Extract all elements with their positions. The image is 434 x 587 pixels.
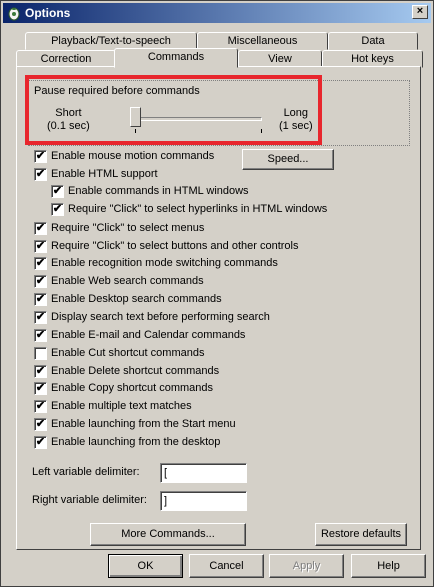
speed-button[interactable]: Speed...: [242, 149, 334, 170]
checkbox-label: Enable Copy shortcut commands: [51, 382, 214, 394]
cancel-button[interactable]: Cancel: [189, 554, 264, 578]
title-bar: Options ×: [3, 3, 431, 23]
right-delimiter-label: Right variable delimiter:: [32, 494, 147, 506]
checkbox-label: Enable multiple text matches: [51, 400, 192, 412]
tab-label: Data: [361, 35, 385, 47]
window-title: Options: [25, 6, 71, 20]
checkbox-checked[interactable]: ✔: [34, 293, 47, 306]
checkbox-checked[interactable]: ✔: [34, 329, 47, 342]
help-button[interactable]: Help: [351, 554, 426, 578]
checkbox-checked[interactable]: ✔: [51, 185, 64, 198]
more-commands-button[interactable]: More Commands...: [90, 523, 246, 546]
checkbox-label: Require "Click" to select hyperlinks in …: [68, 203, 328, 215]
right-delimiter-input[interactable]: [160, 491, 247, 511]
checkbox-checked[interactable]: ✔: [34, 418, 47, 431]
checkbox-label: Enable E-mail and Calendar commands: [51, 329, 246, 341]
checkbox-label: Enable HTML support: [51, 168, 158, 180]
checkbox-label: Display search text before performing se…: [51, 311, 270, 323]
checkbox-checked[interactable]: ✔: [51, 203, 64, 216]
checkbox-checked[interactable]: ✔: [34, 222, 47, 235]
checkbox-label: Enable commands in HTML windows: [68, 185, 249, 197]
checkbox-checked[interactable]: ✔: [34, 436, 47, 449]
tab-label: View: [268, 53, 292, 65]
tab-label: Playback/Text-to-speech: [51, 35, 171, 47]
apply-label: Apply: [292, 560, 321, 572]
checkbox-unchecked[interactable]: [34, 347, 47, 360]
checkbox-checked[interactable]: ✔: [34, 382, 47, 395]
left-delimiter-label: Left variable delimiter:: [32, 466, 140, 478]
dragon-app-icon: [8, 7, 20, 21]
left-delimiter-input[interactable]: [160, 463, 247, 483]
checkbox-label: Enable recognition mode switching comman…: [51, 257, 278, 269]
tab-label: Miscellaneous: [227, 35, 298, 47]
checkbox-label: Enable Delete shortcut commands: [51, 365, 220, 377]
checkbox-label: Require "Click" to select menus: [51, 222, 205, 234]
tab-commands[interactable]: Commands: [114, 48, 238, 68]
restore-defaults-button[interactable]: Restore defaults: [315, 523, 407, 546]
checkbox-label: Enable Cut shortcut commands: [51, 347, 205, 359]
checkbox-label: Enable Desktop search commands: [51, 293, 222, 305]
checkbox-label: Enable launching from the desktop: [51, 436, 221, 448]
checkbox-checked[interactable]: ✔: [34, 365, 47, 378]
help-label: Help: [377, 560, 400, 572]
cancel-label: Cancel: [209, 560, 244, 572]
checkbox-checked[interactable]: ✔: [34, 400, 47, 413]
checkbox-checked[interactable]: ✔: [34, 240, 47, 253]
close-button[interactable]: ×: [412, 5, 428, 19]
speed-button-label: Speed...: [267, 153, 309, 165]
checkbox-checked[interactable]: ✔: [34, 257, 47, 270]
close-icon: ×: [416, 5, 424, 17]
checkbox-label: Require "Click" to select buttons and ot…: [51, 240, 299, 252]
checkbox-checked[interactable]: ✔: [34, 150, 47, 163]
tab-label: Commands: [147, 51, 205, 63]
annotation-highlight-box: [25, 75, 322, 145]
tab-label: Correction: [40, 53, 92, 65]
ok-label: OK: [137, 560, 154, 572]
checkbox-label: Enable mouse motion commands: [51, 150, 215, 162]
checkbox-checked[interactable]: ✔: [34, 275, 47, 288]
restore-defaults-label: Restore defaults: [320, 528, 402, 540]
checkbox-checked[interactable]: ✔: [34, 168, 47, 181]
options-dialog: Options × Playback/Text-to-speech Miscel…: [0, 0, 434, 587]
ok-button[interactable]: OK: [108, 554, 183, 578]
checkbox-label: Enable Web search commands: [51, 275, 204, 287]
tab-label: Hot keys: [351, 53, 394, 65]
more-commands-label: More Commands...: [121, 528, 215, 540]
tab-data[interactable]: Data: [328, 32, 418, 50]
checkbox-label: Enable launching from the Start menu: [51, 418, 236, 430]
checkbox-checked[interactable]: ✔: [34, 311, 47, 324]
apply-button[interactable]: Apply: [269, 554, 344, 578]
